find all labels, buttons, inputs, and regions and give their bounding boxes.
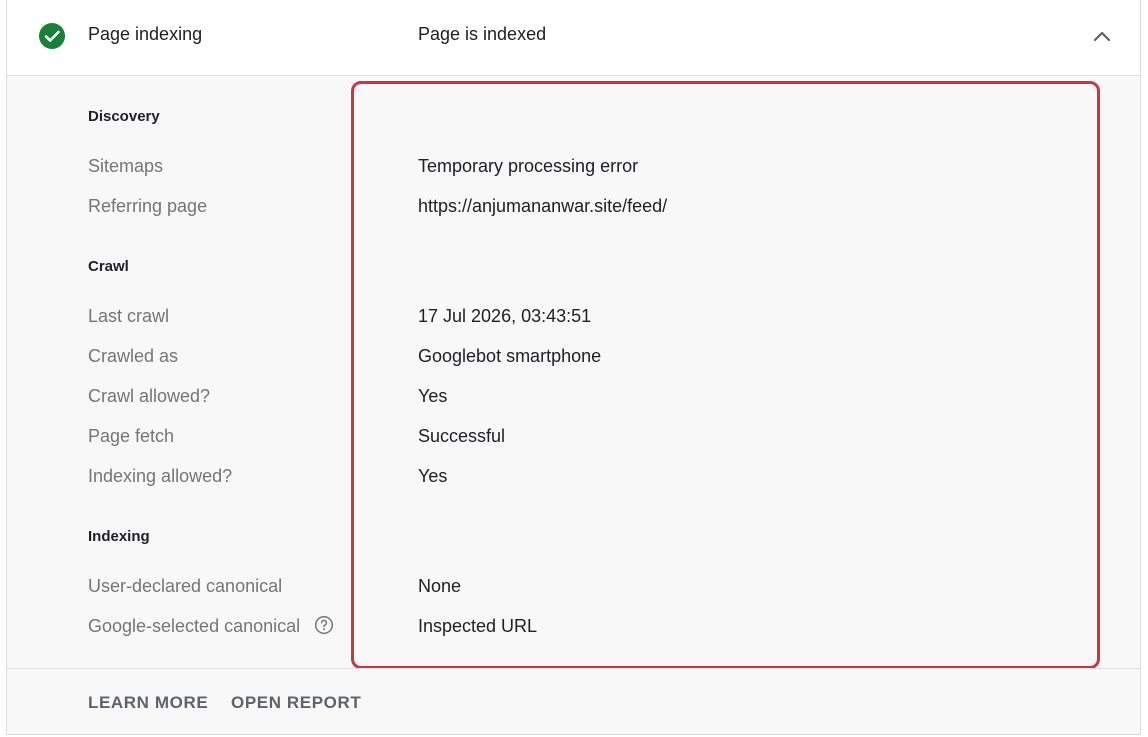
check-circle-icon — [39, 23, 65, 49]
value-user-declared-canonical: None — [418, 576, 462, 596]
help-circle-icon[interactable] — [314, 615, 334, 635]
learn-more-button[interactable]: LEARN MORE — [88, 693, 208, 713]
value-sitemaps: Temporary processing error — [418, 156, 639, 176]
label-user-declared-canonical: User-declared canonical — [88, 576, 283, 596]
page-indexing-card: Page indexing Page is indexed Discovery … — [6, 0, 1141, 735]
value-page-fetch: Successful — [418, 426, 506, 446]
chevron-up-icon[interactable] — [1091, 26, 1113, 48]
section-title-indexing: Indexing — [88, 528, 150, 545]
label-referring-page: Referring page — [88, 196, 208, 216]
value-referring-page: https://anjumananwar.site/feed/ — [418, 196, 668, 216]
section-title-crawl: Crawl — [88, 258, 129, 275]
label-indexing-allowed: Indexing allowed? — [88, 466, 233, 486]
label-crawled-as: Crawled as — [88, 346, 179, 366]
value-crawl-allowed: Yes — [418, 386, 448, 406]
label-page-fetch: Page fetch — [88, 426, 175, 446]
label-crawl-allowed: Crawl allowed? — [88, 386, 211, 406]
index-status-text: Page is indexed — [418, 24, 547, 44]
value-crawled-as: Googlebot smartphone — [418, 346, 602, 366]
card-header[interactable]: Page indexing Page is indexed — [7, 0, 1140, 76]
value-google-selected-canonical: Inspected URL — [418, 616, 538, 636]
card-footer: LEARN MORE OPEN REPORT — [7, 668, 1140, 735]
label-last-crawl: Last crawl — [88, 306, 170, 326]
label-google-selected-canonical: Google-selected canonical — [88, 616, 301, 636]
open-report-button[interactable]: OPEN REPORT — [231, 693, 361, 713]
page-indexing-title: Page indexing — [88, 24, 203, 44]
section-title-discovery: Discovery — [88, 108, 160, 125]
label-sitemaps: Sitemaps — [88, 156, 164, 176]
value-indexing-allowed: Yes — [418, 466, 448, 486]
value-last-crawl: 17 Jul 2026, 03:43:51 — [418, 306, 592, 326]
